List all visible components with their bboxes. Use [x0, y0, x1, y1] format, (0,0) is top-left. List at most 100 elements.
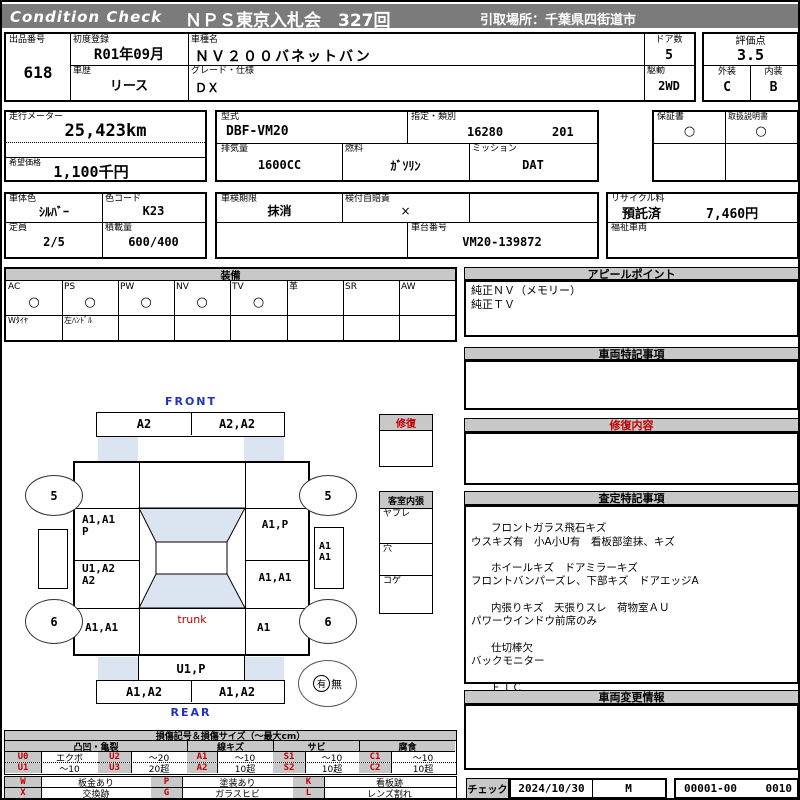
legend-code: X [5, 788, 41, 798]
legend-value: 20超 [148, 764, 170, 775]
insurance-value: × [400, 203, 411, 218]
rear-label: REAR [170, 706, 212, 719]
score-value: 3.5 [736, 46, 765, 64]
history-value: リース [109, 78, 149, 94]
legend-code: S2 [273, 763, 305, 773]
legend-code: P [151, 777, 182, 787]
class-label: 指定・類別 [411, 112, 457, 122]
recycle-fee: 7,460円 [706, 207, 759, 222]
auction-title: ＮＰＳ東京入札会 327回 [185, 11, 391, 31]
legend-code: W [5, 777, 41, 787]
vehicle-notes-panel [464, 360, 798, 410]
sheet-code-2: 0010 [765, 782, 793, 795]
legend-code: S1 [273, 752, 305, 762]
rear-right-corner [244, 657, 284, 680]
legend-value: ～10 [59, 764, 80, 775]
legend-value: ～10 [234, 753, 256, 764]
legend-value: 10超 [412, 764, 434, 775]
spare-tire-indicator: 有 無 [298, 660, 357, 707]
front-right-corner [244, 437, 284, 461]
color-code: K23 [142, 204, 165, 218]
repair-content-title: 修復内容 [464, 418, 798, 432]
left-front-door-damage: A1,A1 P [82, 513, 116, 538]
exterior-grade: C [723, 79, 731, 95]
left-rocker-panel [38, 529, 68, 589]
condition-check-sheet: Condition Check ＮＰＳ東京入札会 327回 引取場所：千葉県四街… [0, 0, 800, 800]
fuel-value: ｶﾞｿﾘﾝ [390, 158, 421, 173]
front-label: FRONT [164, 395, 218, 408]
class-number-1: 16280 [467, 125, 504, 139]
model-code-label: 型式 [221, 112, 240, 122]
front-bumper: A2 A2,A2 [96, 412, 285, 437]
transmission-value: DAT [522, 158, 544, 172]
legend-value: ガラスヒビ [215, 789, 260, 800]
equip-extra: Wﾀｲﾔ [8, 316, 28, 325]
interior-grade: B [769, 79, 778, 95]
pickup-location: 引取場所：千葉県四街道市 [480, 13, 637, 28]
equip-label: 革 [289, 282, 299, 292]
repair-mini-box: 修復 [379, 414, 433, 467]
equip-mark: ○ [140, 294, 152, 310]
score-table: 評価点 3.5 外装 C 内装 B [702, 32, 798, 102]
right-rocker-panel: A1 A1 [314, 527, 344, 589]
engine-spec-box: 型式 DBF-VM20 指定・類別 16280 201 排気量 1600CC 燃… [215, 110, 599, 182]
cabin-lining-title: 客室内張 [380, 492, 432, 509]
doors-value: 5 [665, 47, 673, 63]
body-color: ｼﾙﾊﾞｰ [38, 204, 69, 219]
repair-mark-legend: W 板金あり P 塗装あり K 看板跡 X 交換跡 G ガラスヒビ L レンズ割… [4, 776, 457, 800]
rear-bumper: A1,A2 A1,A2 [96, 680, 285, 704]
repair-content-panel [464, 432, 798, 485]
vehicle-change-panel [464, 704, 798, 770]
assessment-title: 査定特記事項 [464, 491, 798, 505]
left-rear-wheel: 6 [25, 599, 83, 644]
front-left-corner [98, 437, 138, 461]
legend-value: ～10 [321, 753, 343, 764]
capacity-value: 2/5 [43, 234, 65, 249]
right-rear-wheel: 6 [299, 599, 357, 644]
legend-value: 交換跡 [82, 789, 110, 800]
spare-has-mark: 有 [313, 675, 330, 692]
equip-mark: ○ [196, 294, 208, 310]
odometer-value: 25,423km [64, 121, 147, 141]
warranty-mark: ○ [683, 124, 696, 139]
cabin-row-burn: コゲ [383, 576, 402, 586]
welfare-vehicle-label: 福祉車両 [611, 223, 648, 233]
right-front-wheel: 5 [299, 475, 357, 516]
lot-number: 618 [23, 62, 53, 82]
legend-group: サビ [273, 741, 359, 753]
left-quarter-damage: A1,A1 [85, 621, 119, 634]
inspection-chassis-box: 車検期限 抹消 検付自賠責 × 車台番号 VM20-139872 [215, 192, 599, 259]
drive-value: 2WD [658, 79, 680, 93]
rear-left-corner [98, 657, 138, 680]
right-quarter-damage: A1 [257, 621, 271, 634]
brand-logo: Condition Check [10, 8, 163, 26]
tailgate-damage: U1,P [176, 661, 206, 676]
legend-value: エクボ [55, 753, 83, 764]
model-name: ＮＶ２００バネットバン [195, 49, 372, 65]
grade-label: グレード・仕様 [191, 66, 255, 76]
model-name-label: 車種名 [191, 35, 219, 45]
left-front-wheel: 5 [25, 475, 83, 516]
legend-code: K [293, 777, 324, 787]
legend-code: C2 [359, 763, 391, 773]
equipment-table: 装備 AC PS PW NV TV 革 SR AW ○ ○ ○ ○ ○ Wﾀｲﾔ… [4, 267, 457, 342]
legend-code: L [293, 788, 324, 798]
legend-value: 10超 [321, 764, 343, 775]
title-bar: Condition Check ＮＰＳ東京入札会 327回 引取場所：千葉県四街… [2, 4, 798, 31]
rear-bumper-right-damage: A1,A2 [218, 684, 256, 699]
front-bumper-left-damage: A2 [136, 417, 152, 431]
model-code: DBF-VM20 [226, 124, 289, 139]
grade-value: ＤＸ [195, 81, 220, 95]
check-date-box: 2024/10/30 M [509, 778, 667, 798]
legend-value: 看板跡 [375, 778, 403, 789]
legend-value: 10超 [234, 764, 256, 775]
rear-bumper-left-damage: A1,A2 [125, 684, 163, 699]
equip-mark: ○ [252, 294, 265, 310]
recycle-box: リサイクル料 預託済 7,460円 福祉車両 [606, 192, 798, 259]
left-rear-door-damage: U1,A2 A2 [82, 562, 116, 587]
vehicle-notes-title: 車両特記事項 [464, 347, 798, 361]
front-bumper-right-damage: A2,A2 [218, 417, 256, 431]
equip-mark: ○ [28, 294, 40, 310]
equip-mark: ○ [84, 294, 96, 310]
legend-group: 腐食 [359, 741, 455, 753]
